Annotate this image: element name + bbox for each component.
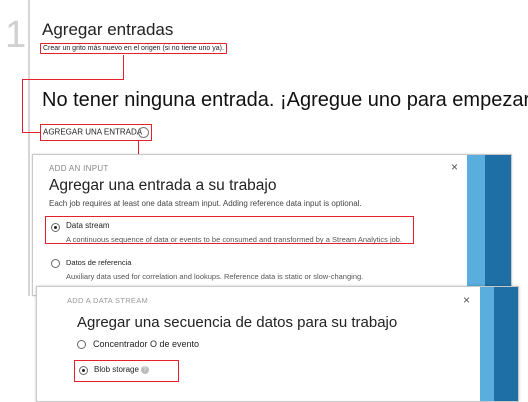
add-input-button-label: AGREGAR UNA ENTRADA [43, 127, 143, 137]
add-input-button[interactable]: AGREGAR UNA ENTRADA [40, 124, 153, 141]
panel-title: Agregar una secuencia de datos para su t… [77, 314, 398, 331]
panel-accent-stripe-dark [494, 287, 518, 401]
cursor-circle-icon [138, 127, 150, 138]
radio-data-stream[interactable] [51, 223, 60, 232]
step-title: Agregar entradas [42, 20, 174, 39]
connector-line [22, 79, 23, 132]
option-description-data-stream: A continuous sequence of data or events … [66, 235, 403, 244]
panel-header: ADD AN INPUT [49, 164, 109, 173]
option-label-blob-storage[interactable]: Blob storage? [94, 365, 149, 374]
panel-accent-stripe-dark [485, 155, 511, 295]
connector-line [22, 79, 124, 80]
option-label-reference-data[interactable]: Datos de referencia [66, 258, 131, 267]
radio-blob-storage[interactable] [79, 366, 88, 375]
option-label-data-stream[interactable]: Data stream [66, 221, 110, 230]
close-icon[interactable]: × [463, 293, 470, 307]
step-number: 1 [5, 14, 27, 56]
radio-reference-data[interactable] [51, 259, 60, 268]
connector-line [123, 55, 124, 79]
connector-line [22, 132, 40, 133]
panel-title: Agregar una entrada a su trabajo [49, 177, 277, 194]
step-subtitle: Crear un grito más nuevo en el origen (s… [40, 43, 227, 54]
add-input-panel: ADD AN INPUT × Agregar una entrada a su … [32, 154, 512, 296]
option-label-event-hub[interactable]: Concentrador O de evento [93, 339, 199, 349]
blob-storage-label: Blob storage [94, 365, 139, 374]
step-divider [28, 0, 30, 296]
panel-description: Each job requires at least one data stre… [49, 199, 362, 208]
option-description-reference-data: Auxiliary data used for correlation and … [66, 272, 364, 281]
empty-state-message: No tener ninguna entrada. ¡Agregue uno p… [42, 89, 528, 111]
close-icon[interactable]: × [451, 160, 458, 174]
radio-event-hub[interactable] [77, 340, 86, 349]
add-data-stream-panel: ADD A DATA STREAM × Agregar una secuenci… [36, 286, 519, 402]
panel-accent-stripe [480, 287, 494, 401]
panel-header: ADD A DATA STREAM [67, 296, 149, 305]
help-icon[interactable]: ? [140, 365, 149, 374]
panel-accent-stripe [467, 155, 485, 295]
